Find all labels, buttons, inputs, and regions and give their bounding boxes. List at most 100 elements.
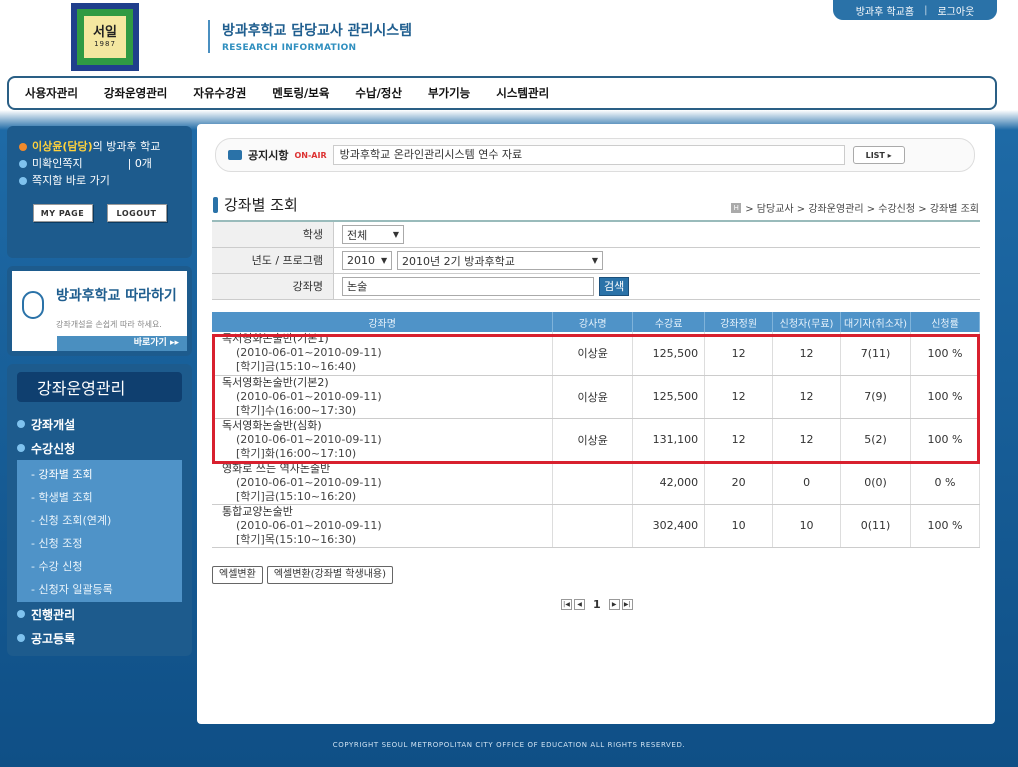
capacity-cell: 10 (704, 504, 774, 548)
inbox-shortcut[interactable]: 쪽지함 바로 가기 (19, 174, 180, 188)
teacher-cell: 이상윤 (552, 332, 634, 376)
side-nav-submenu: - 강좌별 조회 - 학생별 조회 - 신청 조회(연계) - 신청 조정 - … (17, 460, 182, 602)
fee-cell: 42,000 (632, 461, 706, 505)
guide-banner[interactable]: 방과후학교 따라하기 강좌개설을 손쉽게 따라 하세요. 바로가기 ▸▸ (7, 266, 192, 356)
course-name: 독서영화논술반(기본2) (222, 375, 329, 389)
side-nav-announcement[interactable]: 공고등록 (17, 626, 182, 650)
rate-cell: 100 % (910, 375, 981, 419)
course-name-label: 강좌명 (212, 274, 334, 299)
rate-cell: 100 % (910, 332, 981, 376)
unread-count: | 0개 (127, 157, 152, 170)
logo-core: 서일 1987 (84, 16, 126, 58)
course-cell[interactable]: 영화로 쓰는 역사논술반 (2010-06-01~2010-09-11) [학기]금… (212, 461, 554, 505)
rate-cell: 100 % (910, 504, 981, 548)
unread-messages[interactable]: 미확인쪽지 | 0개 (19, 157, 180, 171)
search-form: 학생 전체 ▼ 년도 / 프로그램 2010 ▼ 2010년 2기 방과후학교 ▼ 강… (212, 220, 980, 300)
applicants-cell: 0 (772, 461, 842, 505)
next-page-icon[interactable]: ▶ (608, 599, 620, 610)
side-nav-title: 강좌운영관리 (17, 372, 182, 402)
capacity-cell: 12 (704, 375, 774, 419)
gnb-course-management[interactable]: 강좌운영관리 (104, 85, 167, 101)
table-row[interactable]: 통합교양논술반 (2010-06-01~2010-09-11) [학기]목(15:1… (212, 504, 981, 548)
bullet-icon (19, 177, 27, 185)
course-cell[interactable]: 독서영화논술반(기본1) (2010-06-01~2010-09-11) [학기]금… (212, 332, 554, 376)
course-time: [학기]화(16:00~17:10) (236, 446, 357, 460)
col-rate: 신청률 (910, 312, 981, 332)
guide-banner-go[interactable]: 바로가기 ▸▸ (57, 336, 187, 351)
gnb-system[interactable]: 시스템관리 (496, 85, 549, 101)
guide-banner-inner: 방과후학교 따라하기 강좌개설을 손쉽게 따라 하세요. 바로가기 ▸▸ (12, 271, 187, 351)
school-logo[interactable]: 서일 1987 (71, 3, 139, 71)
mouse-icon (22, 291, 44, 319)
table-row[interactable]: 독서영화논술반(기본1) (2010-06-01~2010-09-11) [학기]금… (212, 332, 981, 376)
side-sub-by-student[interactable]: - 학생별 조회 (17, 485, 182, 508)
gnb-user-management[interactable]: 사용자관리 (25, 85, 78, 101)
page-number[interactable]: 1 (593, 598, 601, 611)
bullet-icon (19, 143, 27, 151)
footer-copyright: COPYRIGHT SEOUL METROPOLITAN CITY OFFICE… (332, 741, 686, 749)
side-nav-progress[interactable]: 진행관리 (17, 602, 182, 626)
course-name: 영화로 쓰는 역사논술반 (222, 461, 331, 475)
table-row[interactable]: 독서영화논술반(기본2) (2010-06-01~2010-09-11) [학기]수… (212, 375, 981, 419)
pagination: |◀ ◀ 1 ▶ ▶| (561, 598, 633, 611)
course-time: [학기]목(15:10~16:30) (236, 532, 357, 546)
waitlist-cell: 0(0) (840, 461, 911, 505)
applicants-cell: 12 (772, 332, 842, 376)
course-cell[interactable]: 통합교양논술반 (2010-06-01~2010-09-11) [학기]목(15:1… (212, 504, 554, 548)
gnb-free-voucher[interactable]: 자유수강권 (193, 85, 246, 101)
side-sub-bulk[interactable]: - 신청자 일괄등록 (17, 577, 182, 600)
title-bar-icon (213, 196, 218, 213)
excel-students-export-button[interactable]: 엑셀변환(강좌별 학생내용) (266, 566, 393, 584)
system-subtitle: RESEARCH INFORMATION (222, 43, 357, 53)
col-capacity: 강좌정원 (704, 312, 774, 332)
onair-badge: ON-AIR (294, 150, 327, 160)
side-sub-enroll[interactable]: - 수강 신청 (17, 554, 182, 577)
side-nav-enrollment[interactable]: 수강신청 (17, 436, 182, 460)
side-sub-linked[interactable]: - 신청 조회(연계) (17, 508, 182, 531)
logo-text: 서일 (93, 25, 117, 40)
course-cell[interactable]: 독서영화논술반(기본2) (2010-06-01~2010-09-11) [학기]수… (212, 375, 554, 419)
logo-frame: 서일 1987 (77, 9, 133, 65)
my-page-button[interactable]: MY PAGE (32, 204, 93, 222)
logout-link[interactable]: 로그아웃 (937, 3, 974, 18)
year-select[interactable]: 2010 ▼ (342, 251, 392, 270)
student-select[interactable]: 전체 ▼ (342, 225, 404, 244)
table-header-row: 강좌명 강사명 수강료 강좌정원 신청자(무료) 대기자(취소자) 신청률 (212, 312, 981, 332)
gnb-mentoring[interactable]: 멘토링/보육 (272, 85, 329, 101)
last-page-icon[interactable]: ▶| (621, 599, 633, 610)
side-sub-by-course[interactable]: - 강좌별 조회 (17, 462, 182, 485)
waitlist-cell: 7(11) (840, 332, 911, 376)
side-nav-label: 공고등록 (31, 631, 76, 646)
applicants-cell: 12 (772, 375, 842, 419)
prev-page-icon[interactable]: ◀ (574, 599, 585, 610)
course-name-input[interactable]: 논술 (342, 277, 594, 296)
waitlist-cell: 7(9) (840, 375, 911, 419)
program-select[interactable]: 2010년 2기 방과후학교 ▼ (397, 251, 603, 270)
side-nav-course-open[interactable]: 강좌개설 (17, 412, 182, 436)
student-label: 학생 (212, 222, 334, 247)
side-nav-label: 강좌개설 (31, 417, 76, 432)
notice-list-button[interactable]: LIST ▸ (852, 146, 905, 164)
afterschool-home-link[interactable]: 방과후 학교홈 (856, 3, 914, 18)
breadcrumb-path: > 담당교사 > 강좌운영관리 > 수강신청 > 강좌별 조회 (745, 204, 979, 215)
guide-banner-title: 방과후학교 따라하기 (56, 288, 177, 304)
col-course-name: 강좌명 (212, 312, 554, 332)
side-sub-adjust[interactable]: - 신청 조정 (17, 531, 182, 554)
logout-button[interactable]: LOGOUT (106, 204, 167, 222)
gnb-extras[interactable]: 부가기능 (428, 85, 470, 101)
table-row[interactable]: 영화로 쓰는 역사논술반 (2010-06-01~2010-09-11) [학기]금… (212, 461, 981, 505)
user-buttons: MY PAGE LOGOUT (19, 204, 180, 222)
course-table: 강좌명 강사명 수강료 강좌정원 신청자(무료) 대기자(취소자) 신청률 독서… (212, 312, 981, 548)
unread-count-value: 0개 (134, 157, 152, 170)
table-row[interactable]: 독서영화논술반(심화) (2010-06-01~2010-09-11) [학기]화(… (212, 418, 981, 462)
excel-export-button[interactable]: 엑셀변환 (212, 566, 263, 584)
gnb-payment[interactable]: 수납/정산 (355, 85, 402, 101)
notice-text[interactable]: 방과후학교 온라인관리시스템 연수 자료 (332, 145, 845, 165)
course-cell[interactable]: 독서영화논술반(심화) (2010-06-01~2010-09-11) [학기]화(… (212, 418, 554, 462)
search-button[interactable]: 검색 (599, 277, 630, 296)
first-page-icon[interactable]: |◀ (561, 599, 572, 610)
rate-cell: 0 % (910, 461, 981, 505)
waitlist-cell: 5(2) (840, 418, 911, 462)
form-row-course: 강좌명 논술 검색 (212, 274, 980, 300)
capacity-cell: 12 (704, 332, 774, 376)
